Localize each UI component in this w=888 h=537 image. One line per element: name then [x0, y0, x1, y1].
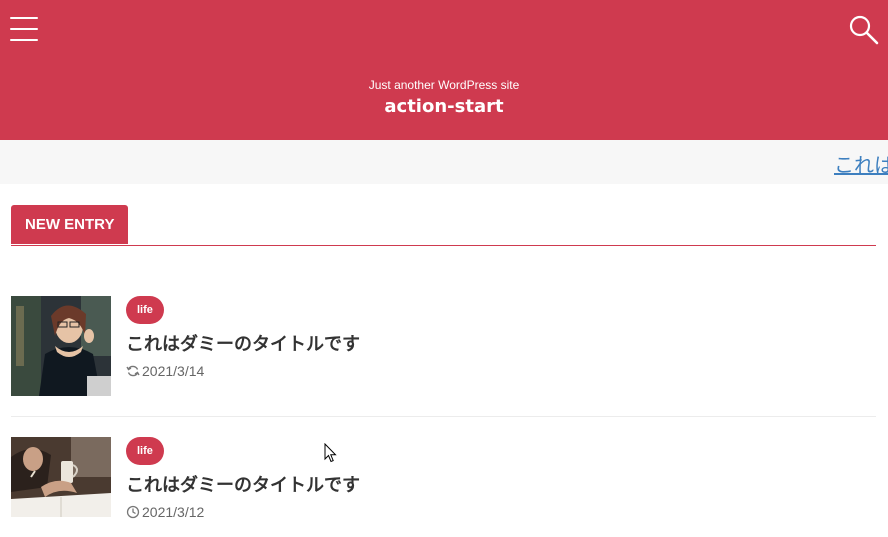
entry-date: 2021/3/12 [126, 504, 204, 520]
entry-title[interactable]: これはダミーのタイトルです [126, 330, 360, 356]
hamburger-menu-icon[interactable] [10, 17, 38, 41]
section-label: NEW ENTRY [11, 205, 129, 244]
site-tagline: Just another WordPress site [368, 78, 520, 92]
site-header: Just another WordPress site action-start [0, 0, 888, 140]
mouse-pointer-icon [324, 443, 337, 463]
entry-date-text: 2021/3/12 [142, 504, 205, 520]
category-badge[interactable]: life [126, 437, 164, 465]
entry-date: 2021/3/14 [126, 363, 204, 379]
search-icon[interactable] [848, 14, 880, 46]
refresh-icon [126, 365, 140, 377]
new-entry-section-header: NEW ENTRY [11, 205, 876, 246]
entry-card[interactable]: life これはダミーのタイトルです 2021/3/14 [11, 296, 876, 417]
category-badge[interactable]: life [126, 296, 164, 324]
news-ticker: これはダミーのタイトルです [0, 140, 888, 184]
entry-thumbnail[interactable] [11, 437, 111, 537]
entry-date-text: 2021/3/14 [142, 363, 205, 379]
ticker-link[interactable]: これはダミーのタイトルです [834, 149, 888, 178]
site-title[interactable]: action-start [0, 96, 888, 117]
clock-icon [126, 505, 140, 519]
entry-card[interactable]: life これはダミーのタイトルです 2021/3/12 [11, 437, 876, 537]
entry-title[interactable]: これはダミーのタイトルです [126, 471, 360, 497]
entry-thumbnail[interactable] [11, 296, 111, 396]
